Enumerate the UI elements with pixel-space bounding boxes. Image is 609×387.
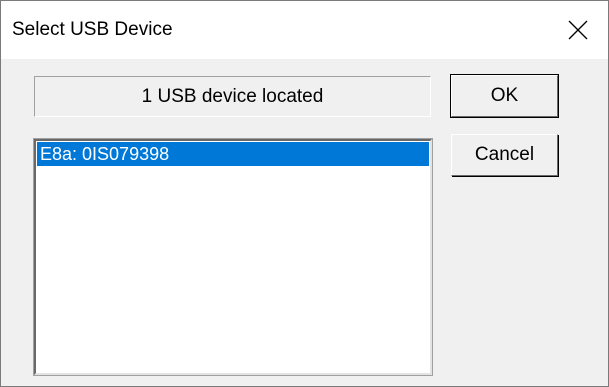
cancel-button[interactable]: Cancel — [451, 134, 558, 176]
dialog-title: Select USB Device — [12, 19, 173, 40]
ok-button[interactable]: OK — [450, 74, 559, 118]
close-icon — [568, 20, 588, 40]
title-bar: Select USB Device — [1, 1, 608, 59]
dialog-body: 1 USB device located E8a: 0IS079398 OK C… — [1, 59, 608, 386]
close-button[interactable] — [548, 1, 608, 59]
select-usb-device-dialog: Select USB Device 1 USB device located E… — [0, 0, 609, 387]
list-item[interactable]: E8a: 0IS079398 — [37, 142, 429, 166]
status-text: 1 USB device located — [34, 76, 431, 117]
device-list-area: E8a: 0IS079398 — [37, 142, 429, 372]
device-listbox[interactable]: E8a: 0IS079398 — [33, 138, 433, 376]
